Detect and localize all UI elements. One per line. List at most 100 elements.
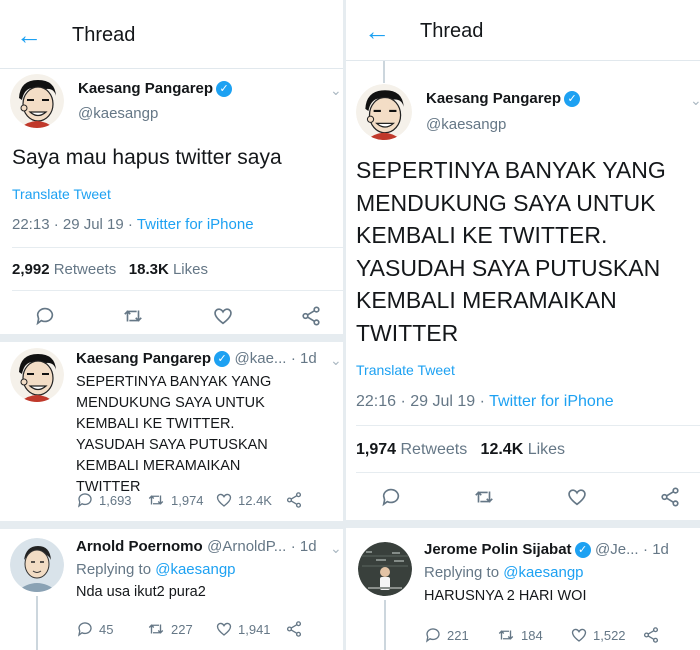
heart-icon[interactable] (212, 305, 234, 332)
author-handle[interactable]: @Je... (595, 541, 639, 558)
share-icon[interactable] (300, 305, 322, 332)
retweet-icon (148, 624, 164, 634)
likes-count[interactable]: 18.3K (129, 261, 169, 278)
reply-icon[interactable] (380, 486, 402, 513)
header-title: Thread (72, 24, 136, 46)
like-count: 12.4K (238, 492, 272, 508)
tweet-stats: 1,974 Retweets 12.4K Likes (356, 441, 565, 459)
reply-action[interactable]: 45 (76, 620, 113, 638)
chevron-down-icon[interactable]: ⌄ (330, 352, 342, 369)
back-arrow-icon[interactable]: ← (16, 22, 42, 48)
retweets-count[interactable]: 2,992 (12, 261, 50, 278)
retweet-icon (148, 495, 164, 505)
tweet-timestamp: 22:13 · 29 Jul 19 · Twitter for iPhone (12, 216, 254, 233)
retweet-count: 184 (521, 627, 543, 643)
retweet-action[interactable]: 184 (496, 626, 543, 644)
tweet-source-link[interactable]: Twitter for iPhone (137, 216, 254, 233)
like-action[interactable]: 1,941 (215, 620, 271, 638)
author-name[interactable]: Kaesang Pangarep ✓ (426, 90, 581, 107)
tweet-timestamp: 22:16 · 29 Jul 19 · Twitter for iPhone (356, 393, 614, 410)
reply-header: Arnold Poernomo @ArnoldP... · 1d (76, 538, 317, 556)
reply-count: 221 (447, 627, 469, 643)
reply-header: Jerome Polin Sijabat ✓ @Je... · 1d (424, 541, 669, 559)
back-arrow-icon[interactable]: ← (364, 18, 390, 44)
section-divider (346, 520, 700, 528)
reply-header: Kaesang Pangarep ✓ @kae... · 1d (76, 350, 317, 368)
tweet-text-line: TWITTER (356, 319, 459, 346)
tweet-text: Saya mau hapus twitter saya (12, 146, 282, 169)
tweet-text: HARUSNYA 2 HARI WOI (424, 588, 587, 604)
share-icon[interactable] (659, 486, 681, 513)
thread-connector-line (384, 600, 386, 650)
divider (12, 290, 346, 291)
tweet-text: Nda usa ikut2 pura2 (76, 584, 206, 600)
avatar[interactable] (10, 348, 64, 402)
right-thread-panel: ← Thread Kaesang Pangarep ✓ @kaesangp ⌄ S… (346, 0, 700, 650)
section-divider (0, 521, 346, 529)
likes-count[interactable]: 12.4K (481, 441, 524, 458)
share-icon[interactable] (285, 491, 308, 509)
author-handle[interactable]: @kaesangp (426, 116, 506, 133)
replying-to: Replying to @kaesangp (424, 564, 584, 581)
thread-header: ← Thread (0, 0, 346, 69)
reply-icon (77, 493, 92, 508)
like-count: 1,522 (593, 627, 626, 643)
tweet-age: · 1d (290, 538, 317, 555)
like-action[interactable]: 12.4K (215, 491, 272, 509)
author-name[interactable]: Kaesang Pangarep (76, 350, 211, 367)
share-icon[interactable] (642, 626, 665, 644)
likes-label[interactable]: Likes (173, 261, 208, 278)
thread-connector-line (36, 596, 38, 650)
author-handle[interactable]: @ArnoldP... (207, 538, 286, 555)
retweets-count[interactable]: 1,974 (356, 441, 396, 458)
left-thread-panel: ← Thread Kaesang Pangarep ✓ @kaesangp ⌄ S… (0, 0, 346, 650)
tweet-source-link[interactable]: Twitter for iPhone (489, 393, 614, 410)
like-count: 1,941 (238, 621, 271, 637)
translate-tweet-link[interactable]: Translate Tweet (12, 186, 111, 202)
avatar[interactable] (356, 84, 412, 140)
header-title: Thread (420, 20, 484, 42)
heart-icon (216, 493, 232, 507)
reply-icon[interactable] (34, 305, 56, 332)
retweet-icon[interactable] (121, 305, 145, 332)
author-name[interactable]: Arnold Poernomo (76, 538, 203, 555)
tweet-text-line: YASUDAH SAYA PUTUSKAN (356, 254, 661, 281)
retweets-label[interactable]: Retweets (54, 261, 117, 278)
tweet-stats: 2,992 Retweets 18.3K Likes (12, 261, 208, 278)
verified-badge-icon: ✓ (216, 81, 233, 97)
author-handle[interactable]: @kaesangp (78, 105, 158, 122)
share-icon[interactable] (285, 620, 308, 638)
reply-count: 1,693 (99, 492, 132, 508)
retweet-icon[interactable] (472, 486, 496, 513)
author-name[interactable]: Kaesang Pangarep ✓ (78, 80, 233, 97)
author-handle[interactable]: @kae... (235, 350, 287, 367)
thread-connector-line (383, 61, 385, 83)
reply-action[interactable]: 1,693 (76, 491, 132, 509)
retweet-action[interactable]: 1,974 (146, 491, 204, 509)
retweets-label[interactable]: Retweets (401, 441, 468, 458)
replying-to-link[interactable]: @kaesangp (155, 561, 235, 578)
section-divider (0, 334, 346, 342)
chevron-down-icon[interactable]: ⌄ (690, 92, 700, 109)
replying-to-link[interactable]: @kaesangp (503, 564, 583, 581)
replying-to: Replying to @kaesangp (76, 561, 236, 578)
chevron-down-icon[interactable]: ⌄ (330, 540, 342, 557)
heart-icon[interactable] (566, 486, 588, 513)
avatar[interactable] (358, 542, 412, 596)
likes-label[interactable]: Likes (528, 441, 565, 458)
like-action[interactable]: 1,522 (570, 626, 626, 644)
chevron-down-icon[interactable]: ⌄ (330, 82, 342, 99)
translate-tweet-link[interactable]: Translate Tweet (356, 362, 455, 378)
retweet-icon (498, 630, 514, 640)
tweet-text: SEPERTINYA BANYAK YANG MENDUKUNG SAYA UN… (356, 154, 666, 349)
reply-icon (77, 622, 92, 637)
divider (356, 425, 700, 426)
divider (356, 472, 700, 473)
reply-action[interactable]: 221 (424, 626, 469, 644)
author-name[interactable]: Jerome Polin Sijabat (424, 541, 572, 558)
tweet-age: · 1d (290, 350, 317, 367)
tweet-text-line: KEMBALI MERAMAIKAN (356, 287, 617, 313)
avatar[interactable] (10, 538, 64, 592)
avatar[interactable] (10, 74, 64, 128)
retweet-action[interactable]: 227 (146, 620, 193, 638)
